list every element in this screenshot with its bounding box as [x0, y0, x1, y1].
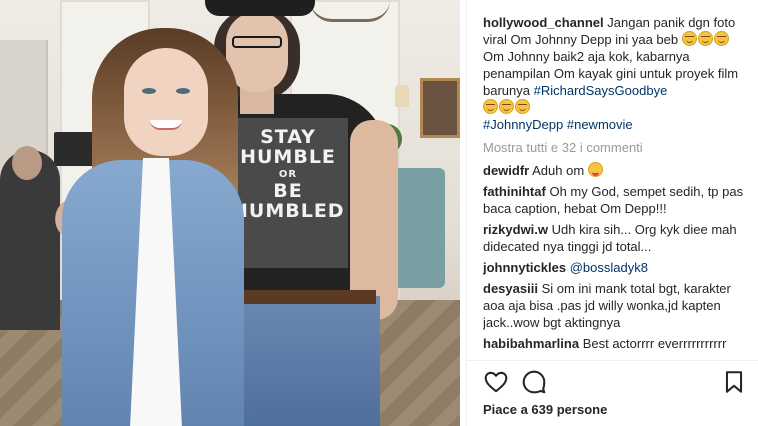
painting	[420, 78, 460, 138]
like-button[interactable]	[483, 369, 509, 395]
caption-username[interactable]: hollywood_channel	[483, 15, 604, 30]
comment-text: Best actorrrr everrrrrrrrrrr	[582, 336, 727, 351]
hashtag-link[interactable]: #RichardSaysGoodbye	[534, 83, 668, 98]
smiling-emoji-icon	[681, 31, 697, 46]
woman-face	[124, 48, 208, 156]
tshirt-text: STAY HUMBLE OR BE HUMBLED	[232, 126, 345, 223]
woman-smile	[150, 120, 182, 130]
comment-button[interactable]	[521, 369, 547, 395]
comment-username[interactable]: dewidfr	[483, 163, 529, 178]
woman-eye	[176, 88, 190, 94]
comment: johnnytickles @bossladyk8	[483, 259, 751, 276]
tshirt-line: BE	[273, 180, 303, 203]
divider	[467, 360, 758, 361]
comments-scroll-area[interactable]: hollywood_channel Jangan panik dgn foto …	[483, 14, 751, 360]
comment-username[interactable]: rizkydwi.w	[483, 222, 548, 237]
hashtag-link[interactable]: #JohnnyDepp	[483, 117, 563, 132]
background-person-head	[12, 146, 42, 180]
tshirt-line: HUMBLED	[232, 200, 345, 223]
smiling-emoji-icon	[697, 31, 713, 46]
hashtag-link[interactable]: #newmovie	[567, 117, 633, 132]
comment: desyasiii Si om ini mank total bgt, kara…	[483, 280, 751, 331]
comment: fathinihtaf Oh my God, sempet sedih, tp …	[483, 183, 751, 217]
comment-username[interactable]: johnnytickles	[483, 260, 566, 275]
comments-panel: hollywood_channel Jangan panik dgn foto …	[466, 0, 758, 426]
comment-text: Aduh om	[532, 163, 585, 178]
comment: dewidfr Aduh om	[483, 162, 751, 179]
chandelier	[310, 0, 390, 22]
comment-icon	[522, 370, 546, 394]
heart-icon	[484, 371, 508, 393]
post-caption: hollywood_channel Jangan panik dgn foto …	[483, 14, 751, 133]
comment: rizkydwi.w Udh kira sih... Org kyk diee …	[483, 221, 751, 255]
bookmark-icon	[725, 371, 743, 393]
action-bar	[483, 369, 743, 395]
smiling-emoji-icon	[713, 31, 729, 46]
comment-username[interactable]: fathinihtaf	[483, 184, 546, 199]
man-glasses	[232, 36, 282, 48]
tshirt-line: HUMBLE	[240, 145, 336, 168]
woman-eye	[142, 88, 156, 94]
tshirt-line: STAY	[260, 126, 316, 148]
post-photo[interactable]: STAY HUMBLE OR BE HUMBLED	[0, 0, 460, 426]
smiling-emoji-icon	[499, 99, 514, 114]
tongue-emoji-icon	[587, 162, 603, 177]
wall-lamp	[395, 85, 409, 107]
smiling-emoji-icon	[483, 99, 498, 114]
likes-count[interactable]: Piace a 639 persone	[483, 402, 607, 417]
comment-username[interactable]: desyasiii	[483, 281, 538, 296]
man-hat	[205, 0, 315, 16]
view-all-comments-link[interactable]: Mostra tutti e 32 i commenti	[483, 139, 751, 156]
save-button[interactable]	[721, 369, 747, 395]
comment: habibahmarlina Best actorrrr everrrrrrrr…	[483, 335, 751, 352]
mention-link[interactable]: @bossladyk8	[570, 260, 648, 275]
smiling-emoji-icon	[515, 99, 530, 114]
comment-username[interactable]: habibahmarlina	[483, 336, 579, 351]
tshirt-line: OR	[278, 168, 298, 180]
